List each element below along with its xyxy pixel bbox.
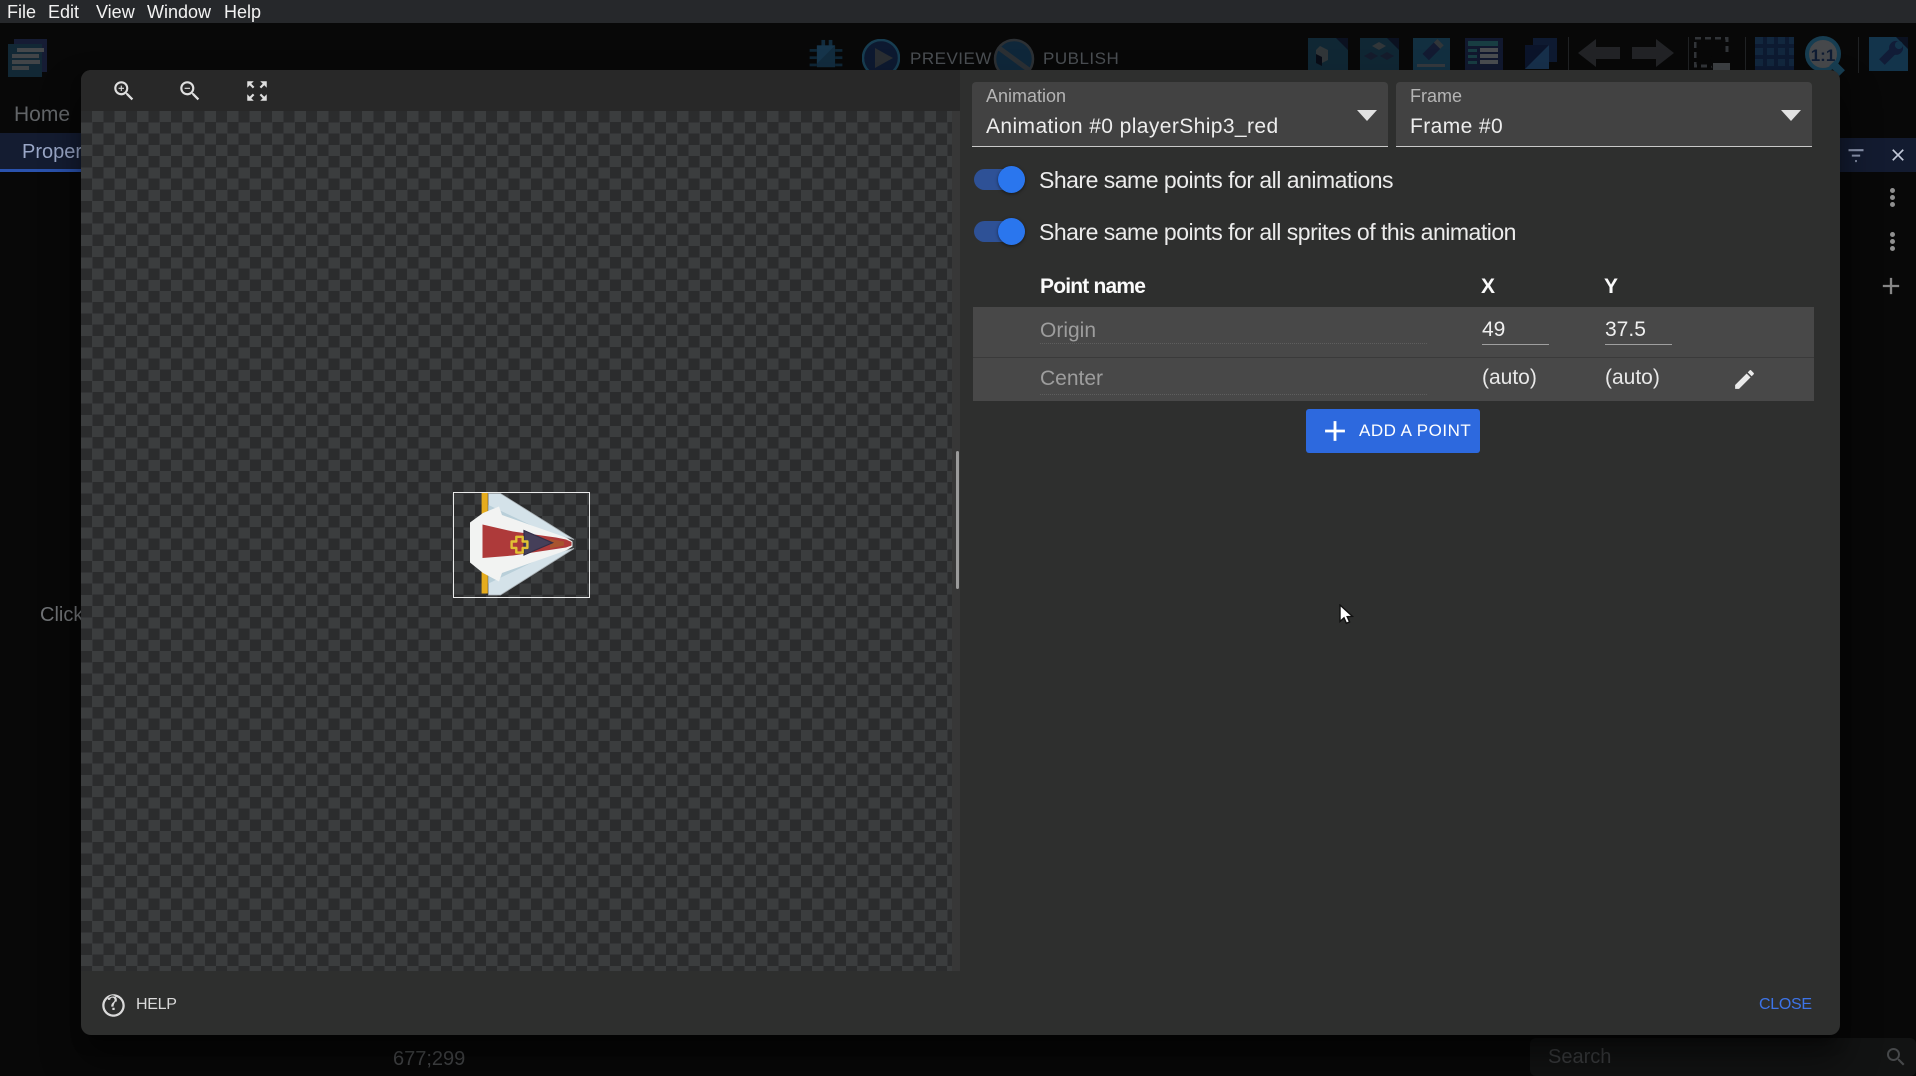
svg-text:1:1: 1:1 [1811,46,1836,65]
